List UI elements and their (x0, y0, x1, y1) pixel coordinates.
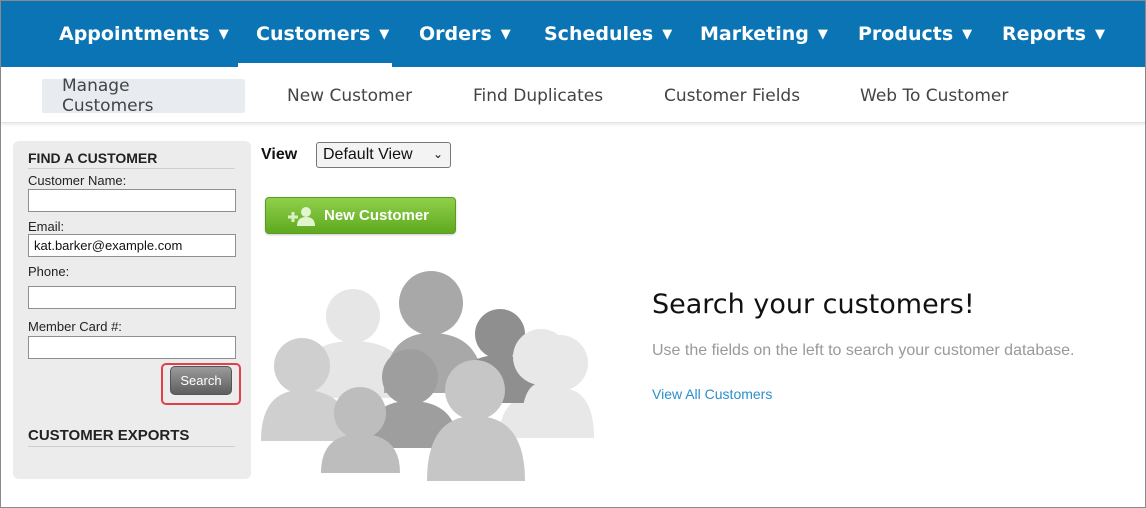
member-card-label: Member Card #: (28, 319, 122, 334)
customer-name-label: Customer Name: (28, 173, 127, 188)
nav-label: Orders (419, 23, 492, 45)
new-customer-label: New Customer (324, 207, 430, 224)
email-label: Email: (28, 219, 65, 234)
subnav-web-to-customer[interactable]: Web To Customer (840, 79, 1028, 113)
view-label: View (261, 146, 298, 163)
email-input[interactable] (28, 234, 236, 257)
view-select[interactable]: Default View ⌄ (316, 142, 451, 168)
caret-down-icon: ▼ (379, 26, 390, 42)
add-person-icon (286, 206, 316, 226)
member-card-input[interactable] (28, 336, 236, 359)
nav-schedules[interactable]: Schedules ▼ (526, 1, 688, 67)
nav-products[interactable]: Products ▼ (840, 1, 988, 67)
view-select-value: Default View (323, 146, 413, 163)
nav-customers[interactable]: Customers ▼ (238, 1, 392, 67)
nav-label: Products (858, 23, 954, 45)
nav-label: Appointments (59, 23, 210, 45)
find-customer-panel: FIND A CUSTOMER Customer Name: Email: Ph… (13, 141, 251, 479)
find-customer-heading: FIND A CUSTOMER (28, 150, 235, 169)
subnav-new-customer[interactable]: New Customer (267, 79, 432, 113)
search-button[interactable]: Search (170, 366, 232, 395)
hero-title: Search your customers! (652, 289, 975, 320)
caret-down-icon: ▼ (218, 26, 229, 42)
new-customer-button[interactable]: New Customer (265, 197, 456, 234)
nav-marketing[interactable]: Marketing ▼ (682, 1, 844, 67)
nav-label: Reports (1002, 23, 1086, 45)
nav-label: Customers (256, 23, 371, 45)
hero-description: Use the fields on the left to search you… (652, 342, 1075, 359)
phone-input[interactable] (28, 286, 236, 309)
view-all-customers-link[interactable]: View All Customers (652, 386, 772, 402)
customer-exports-heading[interactable]: CUSTOMER EXPORTS (28, 427, 235, 447)
phone-label: Phone: (28, 264, 70, 279)
subnav-find-duplicates[interactable]: Find Duplicates (453, 79, 623, 113)
caret-down-icon: ▼ (962, 26, 973, 42)
customers-illustration (259, 263, 594, 481)
nav-reports[interactable]: Reports ▼ (984, 1, 1121, 67)
chevron-down-icon: ⌄ (432, 147, 443, 161)
caret-down-icon: ▼ (662, 26, 673, 42)
nav-appointments[interactable]: Appointments ▼ (41, 1, 245, 67)
nav-label: Marketing (700, 23, 809, 45)
nav-orders[interactable]: Orders ▼ (401, 1, 527, 67)
nav-label: Schedules (544, 23, 654, 45)
sub-nav: Manage Customers New Customer Find Dupli… (1, 67, 1145, 123)
caret-down-icon: ▼ (1094, 26, 1105, 42)
caret-down-icon: ▼ (817, 26, 828, 42)
top-nav: Appointments ▼ Customers ▼ Orders ▼ Schedul… (1, 1, 1145, 67)
subnav-manage-customers[interactable]: Manage Customers (42, 76, 245, 116)
customer-name-input[interactable] (28, 189, 236, 212)
caret-down-icon: ▼ (500, 26, 511, 42)
subnav-customer-fields[interactable]: Customer Fields (644, 79, 820, 113)
